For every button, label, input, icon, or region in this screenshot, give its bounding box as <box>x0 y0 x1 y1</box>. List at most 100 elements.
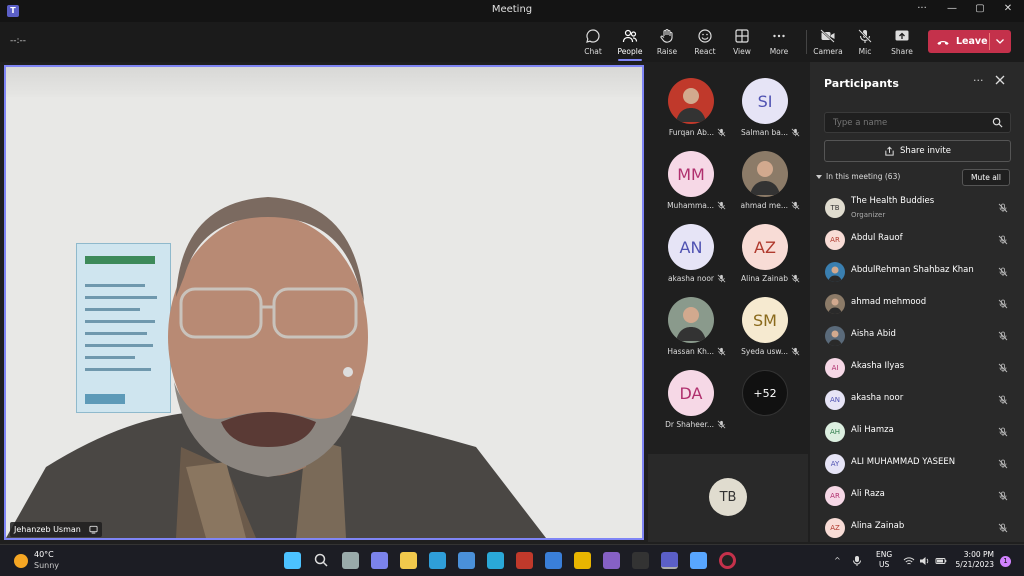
task-view-icon[interactable] <box>342 552 359 569</box>
participant-row[interactable]: AH Ali Hamza <box>810 416 1024 448</box>
search-input[interactable] <box>824 112 1011 133</box>
participant-row[interactable]: AN akasha noor <box>810 384 1024 416</box>
mic-off-icon <box>717 274 726 283</box>
share-button[interactable]: Share <box>883 26 921 58</box>
participant-tile[interactable]: ahmad me... <box>728 147 802 217</box>
participant-tile[interactable]: AN akasha noor <box>654 220 728 290</box>
edge-icon[interactable] <box>429 552 446 569</box>
mic-off-icon[interactable] <box>998 427 1008 437</box>
chevron-down-icon[interactable] <box>994 34 1006 48</box>
participant-tile[interactable]: SM Syeda usw... <box>728 293 802 363</box>
more-participants-tile[interactable]: +52 <box>728 366 802 436</box>
react-button[interactable]: React <box>686 26 724 58</box>
system-clock[interactable]: 3:00 PM 5/21/2023 <box>950 550 994 570</box>
mcafee-icon[interactable] <box>516 552 533 569</box>
close-window-button[interactable]: ✕ <box>998 3 1018 14</box>
mic-off-icon[interactable] <box>998 203 1008 213</box>
maximize-button[interactable]: ▢ <box>970 3 990 14</box>
people-button[interactable]: People <box>611 26 649 61</box>
mic-off-icon[interactable] <box>998 267 1008 277</box>
panel-more-button[interactable]: ··· <box>973 74 984 87</box>
mic-off-icon[interactable] <box>998 523 1008 533</box>
participant-row[interactable]: AY ALI MUHAMMAD YASEEN <box>810 448 1024 480</box>
participant-row[interactable]: AR Ali Raza <box>810 480 1024 512</box>
wifi-icon[interactable] <box>903 555 915 567</box>
weather-temp[interactable]: 40°C <box>34 550 54 559</box>
minimize-button[interactable]: — <box>942 3 962 14</box>
language-indicator[interactable]: ENG US <box>876 550 892 570</box>
participant-tile[interactable]: DA Dr Shaheer... <box>654 366 728 436</box>
mic-off-icon[interactable] <box>998 491 1008 501</box>
chat-button[interactable]: Chat <box>574 26 612 58</box>
mic-icon[interactable] <box>852 555 862 567</box>
sun-icon[interactable] <box>14 554 28 568</box>
more-button[interactable]: More <box>760 26 798 58</box>
meeting-timer: --:-- <box>10 36 27 46</box>
terminal-icon[interactable] <box>632 552 649 569</box>
participant-row[interactable]: Aisha Abid <box>810 320 1024 352</box>
notepad-icon[interactable] <box>690 552 707 569</box>
mic-off-icon[interactable] <box>998 235 1008 245</box>
participant-row[interactable]: AbdulRehman Shahbaz Khan <box>810 256 1024 288</box>
self-view[interactable]: TB <box>648 454 808 542</box>
raise-hand-icon <box>660 28 673 43</box>
participant-name: Ali Hamza <box>851 425 894 435</box>
participant-row[interactable]: TB The Health Buddies Organizer <box>810 192 1024 224</box>
windows-start-icon[interactable] <box>284 552 301 569</box>
mute-all-button[interactable]: Mute all <box>962 169 1010 186</box>
more-label: More <box>769 47 789 56</box>
speaker-nameplate: Jehanzeb Usman <box>10 522 102 537</box>
volume-icon[interactable] <box>919 555 931 567</box>
participant-row[interactable]: AI Akasha Ilyas <box>810 352 1024 384</box>
raise-hand-button[interactable]: Raise <box>648 26 686 58</box>
chrome-icon[interactable] <box>574 552 591 569</box>
chevron-up-icon[interactable]: ^ <box>834 556 841 565</box>
close-icon[interactable] <box>994 74 1006 86</box>
participant-row[interactable]: ahmad mehmood <box>810 288 1024 320</box>
in-meeting-section-toggle[interactable]: In this meeting (63) <box>816 172 900 181</box>
participant-tile[interactable]: SI Salman ba... <box>728 74 802 144</box>
taskbar: 40°C Sunny ^ ENG US 3:00 PM 5/21/2023 1 <box>0 544 1024 576</box>
participant-tile[interactable]: MM Muhamma... <box>654 147 728 217</box>
mic-off-icon[interactable] <box>998 363 1008 373</box>
teams-icon[interactable] <box>661 552 678 569</box>
share-invite-button[interactable]: Share invite <box>824 140 1011 162</box>
file-explorer-icon[interactable] <box>400 552 417 569</box>
search-icon[interactable] <box>313 552 330 569</box>
mic-button[interactable]: Mic <box>846 26 884 58</box>
participant-row[interactable]: AR Abdul Rauof <box>810 224 1024 256</box>
app-icon[interactable] <box>487 552 504 569</box>
participant-tile[interactable]: Furqan Ab... <box>654 74 728 144</box>
battery-icon[interactable] <box>935 555 947 567</box>
view-button[interactable]: View <box>723 26 761 58</box>
mic-off-icon[interactable] <box>998 395 1008 405</box>
participant-avatar: SM <box>742 297 788 343</box>
share-invite-label: Share invite <box>900 146 951 156</box>
app-icon[interactable] <box>545 552 562 569</box>
record-icon[interactable] <box>719 552 736 569</box>
participant-row[interactable]: AZ Alina Zainab <box>810 512 1024 544</box>
notification-badge[interactable]: 1 <box>1000 556 1011 567</box>
participant-avatar: AZ <box>825 518 845 538</box>
participant-role: Organizer <box>851 211 886 219</box>
participant-photo <box>825 294 845 314</box>
weather-condition[interactable]: Sunny <box>34 561 59 570</box>
participant-tile[interactable]: AZ Alina Zainab <box>728 220 802 290</box>
leave-button[interactable]: Leave <box>928 30 1011 53</box>
store-icon[interactable] <box>458 552 475 569</box>
participant-avatar: AZ <box>742 224 788 270</box>
participant-avatar: AN <box>668 224 714 270</box>
teams-chat-icon[interactable] <box>371 552 388 569</box>
mic-off-icon[interactable] <box>998 331 1008 341</box>
mic-off-icon[interactable] <box>998 459 1008 469</box>
window-more-button[interactable]: ··· <box>912 3 932 14</box>
participant-tile-name: ahmad me... <box>740 201 788 210</box>
mic-off-icon[interactable] <box>998 299 1008 309</box>
main-video[interactable]: Jehanzeb Usman <box>4 65 644 540</box>
participant-avatar: TB <box>825 198 845 218</box>
participant-avatar: AI <box>825 358 845 378</box>
visual-studio-icon[interactable] <box>603 552 620 569</box>
camera-button[interactable]: Camera <box>809 26 847 58</box>
participant-tile[interactable]: Hassan Kh... <box>654 293 728 363</box>
meeting-toolbar: --:-- Chat People Raise React View More … <box>0 22 1024 62</box>
